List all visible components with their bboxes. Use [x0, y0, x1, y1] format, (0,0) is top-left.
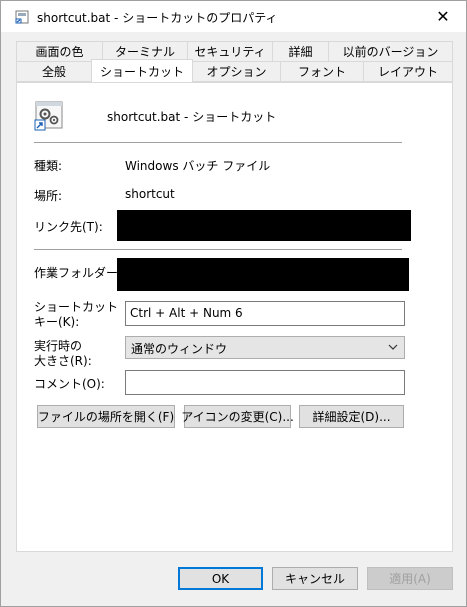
divider: [34, 142, 402, 143]
tab-label: ショートカット: [99, 64, 184, 79]
advanced-label: 詳細設定(D)...: [312, 410, 391, 424]
divider: [34, 249, 402, 250]
target-field-redacted[interactable]: [117, 210, 411, 241]
location-label: 場所:: [34, 189, 63, 203]
tab-label: フォント: [297, 65, 346, 79]
type-value: Windows バッチ ファイル: [125, 159, 271, 173]
tab-label: 以前のバージョン: [342, 45, 439, 59]
open-file-location-button[interactable]: ファイルの場所を開く(F): [37, 405, 175, 428]
change-icon-label: アイコンの変更(C)...: [181, 410, 294, 424]
batch-file-shortcut-icon: [34, 101, 63, 131]
ok-label: OK: [211, 571, 230, 586]
comment-input[interactable]: [125, 370, 405, 395]
apply-label: 適用(A): [389, 572, 431, 586]
window-title: shortcut.bat - ショートカットのプロパティ: [37, 11, 278, 25]
tab-label: ターミナル: [114, 45, 175, 59]
tab-label: 詳細: [288, 45, 313, 59]
chevron-down-icon: [388, 344, 398, 350]
target-label: リンク先(T):: [34, 220, 103, 234]
type-label: 種類:: [34, 159, 63, 173]
run-size-label-line2: 大きさ(R):: [34, 354, 92, 368]
tab-general[interactable]: 全般: [16, 61, 92, 82]
comment-label: コメント(O):: [34, 377, 105, 391]
tab-options[interactable]: オプション: [192, 61, 281, 82]
hotkey-input[interactable]: Ctrl + Alt + Num 6: [125, 301, 405, 326]
tab-label: オプション: [206, 65, 267, 79]
apply-button: 適用(A): [367, 567, 453, 590]
shortcut-file-icon: [15, 10, 29, 24]
tab-label: レイアウト: [377, 65, 438, 79]
location-value: shortcut: [125, 187, 175, 201]
tab-shortcut[interactable]: ショートカット: [91, 59, 193, 82]
properties-dialog: shortcut.bat - ショートカットのプロパティ ✕ 画面の色 ターミナ…: [0, 0, 467, 607]
run-size-select[interactable]: 通常のウィンドウ: [125, 336, 405, 359]
workdir-field-redacted[interactable]: [117, 258, 409, 291]
title-bar[interactable]: shortcut.bat - ショートカットのプロパティ ✕: [1, 1, 466, 32]
ok-button[interactable]: OK: [178, 567, 263, 590]
tab-label: 画面の色: [35, 45, 84, 59]
advanced-button[interactable]: 詳細設定(D)...: [299, 405, 404, 428]
cancel-button[interactable]: キャンセル: [272, 567, 358, 590]
tab-font[interactable]: フォント: [280, 61, 364, 82]
tab-security[interactable]: セキュリティ: [187, 41, 273, 62]
shortcut-tab-panel: shortcut.bat - ショートカット 種類: Windows バッチ フ…: [16, 82, 453, 552]
shortcut-name: shortcut.bat - ショートカット: [107, 110, 277, 124]
run-size-selected-value: 通常のウィンドウ: [131, 342, 228, 356]
tab-layout[interactable]: レイアウト: [363, 61, 453, 82]
tab-screen-colors[interactable]: 画面の色: [16, 41, 103, 62]
close-icon: ✕: [436, 7, 450, 26]
tab-details[interactable]: 詳細: [272, 41, 329, 62]
tab-previous-versions[interactable]: 以前のバージョン: [328, 41, 453, 62]
close-button[interactable]: ✕: [420, 1, 466, 32]
change-icon-button[interactable]: アイコンの変更(C)...: [181, 405, 294, 428]
cancel-label: キャンセル: [284, 572, 345, 586]
tab-label: 全般: [41, 65, 66, 79]
open-file-location-label: ファイルの場所を開く(F): [37, 410, 175, 424]
hotkey-label-line2: キー(K):: [34, 315, 80, 329]
tab-label: セキュリティ: [194, 45, 266, 59]
